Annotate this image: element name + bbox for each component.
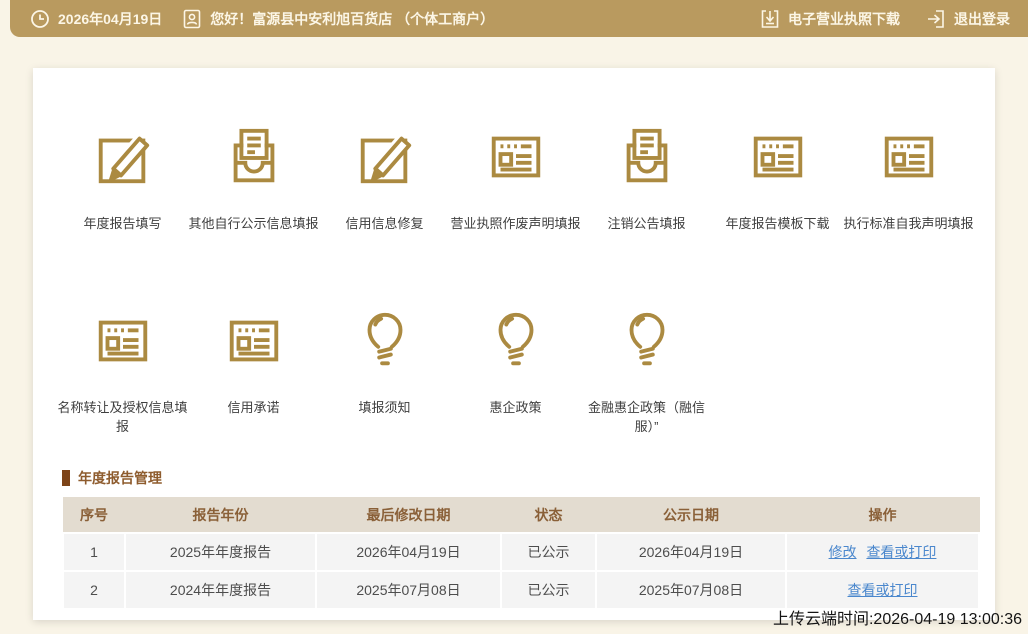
section-title: 年度报告管理 <box>78 470 162 486</box>
feature-standard-self-declaration[interactable]: 执行标准自我声明填报 <box>843 126 974 233</box>
cell-status: 已公示 <box>500 532 597 572</box>
current-date: 2026年04月19日 <box>58 10 163 27</box>
feature-finance-enterprise-policy[interactable]: 金融惠企政策（融信服）” <box>581 310 712 436</box>
edit-square-icon <box>92 126 154 188</box>
user-greeting: 您好！富源县中安利旭百货店 （个体工商户） <box>182 9 494 29</box>
feature-label: 执行标准自我声明填报 <box>843 216 974 231</box>
logout-label: 退出登录 <box>954 10 1010 27</box>
date-display: 2026年04月19日 <box>30 9 162 29</box>
table-row: 2 2024年年度报告 2025年07月08日 已公示 2025年07月08日 … <box>62 570 980 610</box>
logout-icon <box>928 9 944 28</box>
col-header-modified: 最后修改日期 <box>315 497 502 534</box>
edit-square-icon <box>354 126 416 188</box>
lightbulb-icon <box>485 310 547 372</box>
browser-icon <box>878 126 940 188</box>
feature-grid-row1: 年度报告填写 其他自行公示信息填报 信用信息修复 营业执照作废声明填报 注销公告… <box>57 126 974 233</box>
feature-credit-repair[interactable]: 信用信息修复 <box>319 126 450 233</box>
license-download-label: 电子营业执照下载 <box>788 10 900 27</box>
cell-published: 2026年04月19日 <box>595 532 787 572</box>
cell-published: 2025年07月08日 <box>595 570 787 610</box>
feature-label: 名称转让及授权信息填报 <box>57 400 188 434</box>
license-download-button[interactable]: 电子营业执照下载 <box>760 9 900 29</box>
view-or-print-link[interactable]: 查看或打印 <box>848 582 918 598</box>
view-or-print-link[interactable]: 查看或打印 <box>866 544 936 560</box>
feature-label: 其他自行公示信息填报 <box>188 216 319 231</box>
feature-credit-commitment[interactable]: 信用承诺 <box>188 310 319 436</box>
col-header-status: 状态 <box>500 497 597 534</box>
lightbulb-icon <box>616 310 678 372</box>
col-header-published: 公示日期 <box>595 497 787 534</box>
feature-other-public-info[interactable]: 其他自行公示信息填报 <box>188 126 319 233</box>
feature-name-transfer-authorization[interactable]: 名称转让及授权信息填报 <box>57 310 188 436</box>
feature-report-template-download[interactable]: 年度报告模板下载 <box>712 126 843 233</box>
table-header-row: 序号 报告年份 最后修改日期 状态 公示日期 操作 <box>62 497 980 534</box>
clock-icon <box>31 9 49 28</box>
greeting-text: 您好！富源县中安利旭百货店 （个体工商户） <box>210 10 495 27</box>
feature-label: 填报须知 <box>358 400 411 415</box>
feature-enterprise-policy[interactable]: 惠企政策 <box>450 310 581 436</box>
inbox-doc-icon <box>223 126 285 188</box>
browser-icon <box>92 310 154 372</box>
col-header-year: 报告年份 <box>124 497 317 534</box>
feature-label: 惠企政策 <box>489 400 542 415</box>
col-header-no: 序号 <box>62 497 126 534</box>
top-bar: 2026年04月19日 您好！富源县中安利旭百货店 （个体工商户） 电子营业执照… <box>10 0 1028 37</box>
logout-button[interactable]: 退出登录 <box>926 9 1010 29</box>
feature-cancellation-announcement[interactable]: 注销公告填报 <box>581 126 712 233</box>
feature-label: 年度报告填写 <box>83 216 162 231</box>
feature-label: 年度报告模板下载 <box>725 216 830 231</box>
feature-filing-instructions[interactable]: 填报须知 <box>319 310 450 436</box>
cell-modified: 2026年04月19日 <box>315 532 502 572</box>
cell-modified: 2025年07月08日 <box>315 570 502 610</box>
feature-label: 金融惠企政策（融信服）” <box>587 400 705 434</box>
browser-icon <box>485 126 547 188</box>
modify-link[interactable]: 修改 <box>829 544 857 560</box>
cell-no: 1 <box>62 532 126 572</box>
inbox-doc-icon <box>616 126 678 188</box>
browser-icon <box>223 310 285 372</box>
cell-actions: 修改 查看或打印 <box>785 532 980 572</box>
feature-label: 营业执照作废声明填报 <box>450 216 581 231</box>
annual-report-section-header: 年度报告管理 <box>62 468 162 488</box>
annual-report-table: 序号 报告年份 最后修改日期 状态 公示日期 操作 1 2025年年度报告 20… <box>62 497 980 610</box>
feature-label: 信用承诺 <box>227 400 280 415</box>
download-icon <box>761 9 779 28</box>
feature-label: 注销公告填报 <box>607 216 686 231</box>
lightbulb-icon <box>354 310 416 372</box>
user-icon <box>183 9 201 28</box>
col-header-actions: 操作 <box>785 497 980 534</box>
table-row: 1 2025年年度报告 2026年04月19日 已公示 2026年04月19日 … <box>62 532 980 572</box>
feature-grid-row2: 名称转让及授权信息填报 信用承诺 填报须知 惠企政策 金融惠企政策（融信服）” <box>57 310 712 436</box>
cell-year: 2025年年度报告 <box>124 532 317 572</box>
cell-year: 2024年年度报告 <box>124 570 317 610</box>
main-card: 年度报告填写 其他自行公示信息填报 信用信息修复 营业执照作废声明填报 注销公告… <box>33 68 995 620</box>
cell-actions: 查看或打印 <box>785 570 980 610</box>
cell-status: 已公示 <box>500 570 597 610</box>
feature-annual-report-fill[interactable]: 年度报告填写 <box>57 126 188 233</box>
section-marker <box>62 470 70 486</box>
upload-time-text: 上传云端时间:2026-04-19 13:00:36 <box>772 611 1022 628</box>
feature-license-void-declaration[interactable]: 营业执照作废声明填报 <box>450 126 581 233</box>
feature-label: 信用信息修复 <box>345 216 424 231</box>
browser-icon <box>747 126 809 188</box>
cell-no: 2 <box>62 570 126 610</box>
